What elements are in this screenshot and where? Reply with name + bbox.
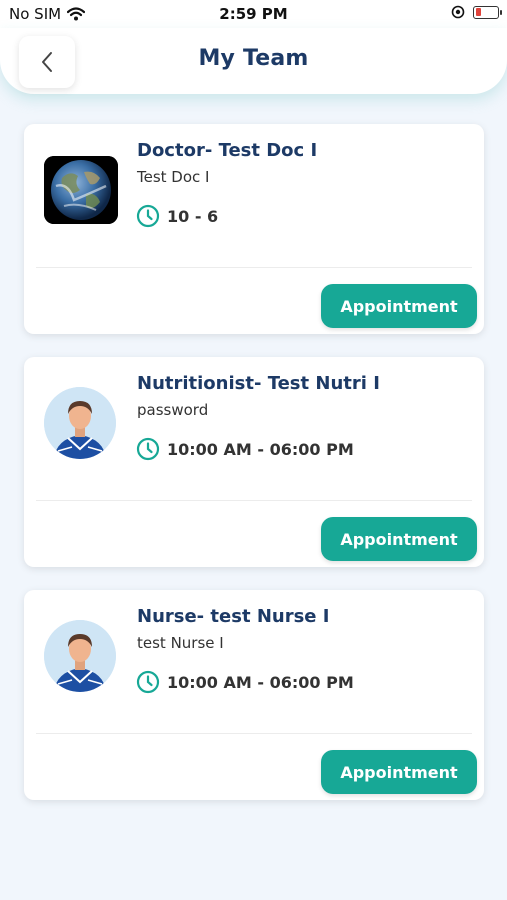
member-hours: 10:00 AM - 06:00 PM xyxy=(136,437,354,461)
member-subtitle: test Nurse I xyxy=(137,634,224,652)
member-subtitle: Test Doc I xyxy=(137,168,210,186)
app-header: My Team xyxy=(0,28,507,94)
clock-icon xyxy=(136,437,160,461)
person-avatar xyxy=(44,620,116,692)
member-hours: 10:00 AM - 06:00 PM xyxy=(136,670,354,694)
member-title: Nutritionist- Test Nutri I xyxy=(137,373,380,394)
clock-icon xyxy=(136,204,160,228)
status-time: 2:59 PM xyxy=(219,5,288,23)
member-hours-text: 10:00 AM - 06:00 PM xyxy=(167,672,354,692)
card-divider xyxy=(36,500,472,501)
member-subtitle: password xyxy=(137,401,209,419)
member-hours-text: 10:00 AM - 06:00 PM xyxy=(167,439,354,459)
member-hours: 10 - 6 xyxy=(136,204,218,228)
appointment-button[interactable]: Appointment xyxy=(321,517,477,561)
team-member-card-doctor: Doctor- Test Doc I Test Doc I 10 - 6 App… xyxy=(24,124,484,334)
battery-icon xyxy=(473,5,502,19)
appointment-button[interactable]: Appointment xyxy=(321,750,477,794)
person-avatar xyxy=(44,387,116,459)
member-title: Doctor- Test Doc I xyxy=(137,140,318,161)
clock-icon xyxy=(136,670,160,694)
member-title: Nurse- test Nurse I xyxy=(137,606,330,627)
status-bar: No SIM 2:59 PM xyxy=(0,0,507,28)
page-title: My Team xyxy=(198,46,309,71)
card-divider xyxy=(36,267,472,268)
appointment-button[interactable]: Appointment xyxy=(321,284,477,328)
team-member-card-nutritionist: Nutritionist- Test Nutri I password 10:0… xyxy=(24,357,484,567)
team-member-card-nurse: Nurse- test Nurse I test Nurse I 10:00 A… xyxy=(24,590,484,800)
status-right xyxy=(451,5,502,19)
earth-avatar-image xyxy=(44,156,118,224)
orientation-lock-icon xyxy=(451,5,465,19)
member-hours-text: 10 - 6 xyxy=(167,206,219,226)
card-divider xyxy=(36,733,472,734)
